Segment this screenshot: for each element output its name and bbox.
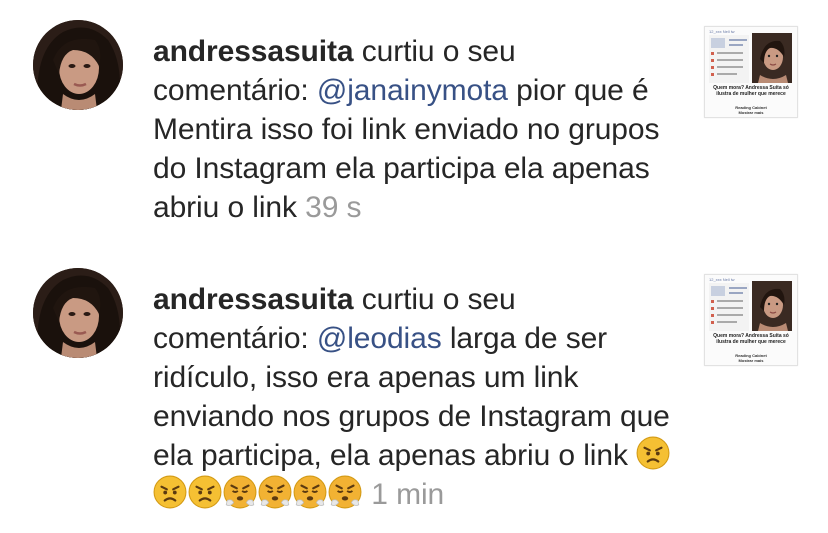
steam-face-icon	[258, 475, 292, 509]
notification-text: andressasuita curtiu o seu comentário: @…	[153, 280, 673, 514]
thumbnail-mini-label: 12_xxx Nell lw	[709, 29, 735, 34]
thumbnail-handle: Reading Cabinet Mostrar mais	[735, 105, 767, 115]
steam-face-icon	[223, 475, 257, 509]
angry-face-icon	[188, 475, 222, 509]
thumbnail-caption: Quem mora? Andressa Suita só ilustra de …	[713, 85, 789, 97]
mention-link[interactable]: @leodias	[317, 322, 442, 355]
activity-feed: andressasuita curtiu o seu comentário: @…	[0, 0, 828, 533]
notification-item[interactable]: andressasuita curtiu o seu comentário: @…	[0, 18, 828, 248]
timestamp: 1 min	[371, 478, 445, 511]
avatar[interactable]	[33, 20, 123, 110]
mention-link[interactable]: @janainymota	[317, 74, 508, 107]
steam-face-icon	[328, 475, 362, 509]
avatar[interactable]	[33, 268, 123, 358]
thumbnail-handle: Reading Cabinet Mostrar mais	[735, 353, 767, 363]
thumbnail-portrait-icon	[751, 33, 793, 83]
profile-photo-icon	[33, 20, 123, 110]
post-thumbnail[interactable]: 12_xxx Nell lw Quem mora? Andressa Suita…	[704, 26, 798, 118]
notification-item[interactable]: andressasuita curtiu o seu comentário: @…	[0, 266, 828, 528]
angry-face-icon	[153, 475, 187, 509]
thumbnail-portrait-icon	[751, 281, 793, 331]
angry-face-icon	[636, 436, 670, 470]
timestamp: 39 s	[305, 191, 362, 224]
post-thumbnail[interactable]: 12_xxx Nell lw Quem mora? Andressa Suita…	[704, 274, 798, 366]
username-link[interactable]: andressasuita	[153, 35, 354, 68]
steam-face-icon	[293, 475, 327, 509]
profile-photo-icon	[33, 268, 123, 358]
thumbnail-list-icon	[709, 283, 749, 331]
notification-text: andressasuita curtiu o seu comentário: @…	[153, 32, 673, 227]
thumbnail-mini-label: 12_xxx Nell lw	[709, 277, 735, 282]
username-link[interactable]: andressasuita	[153, 283, 354, 316]
thumbnail-list-icon	[709, 35, 749, 83]
thumbnail-caption: Quem mora? Andressa Suita só ilustra de …	[713, 333, 789, 345]
